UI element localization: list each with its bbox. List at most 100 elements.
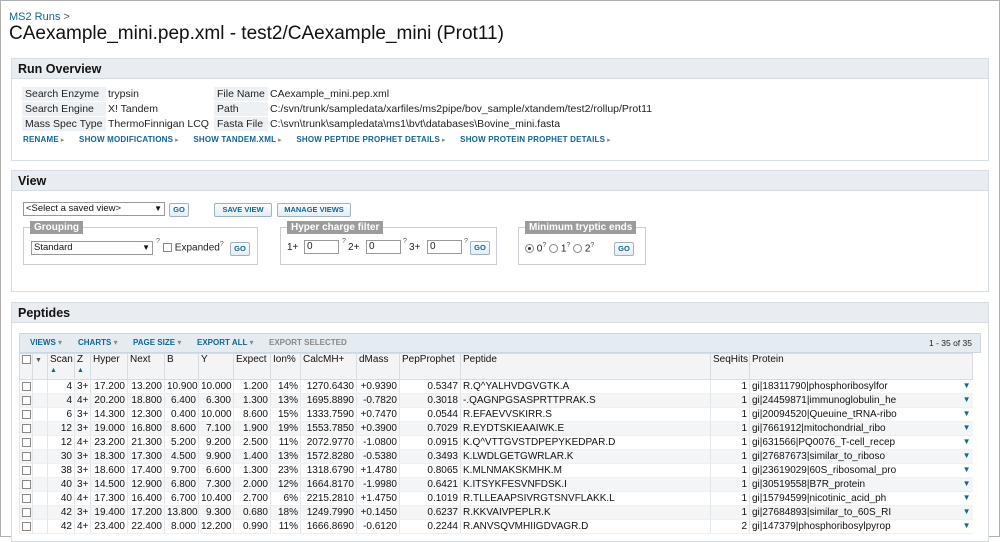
cell-peptide[interactable]: R.TLLEAAPSIVRGTSNVFLAKK.L (460, 491, 711, 506)
export-all-menu[interactable]: EXPORT ALL ▾ (197, 334, 253, 352)
cell-seqhits[interactable]: 2 (710, 519, 750, 534)
col-calcmh[interactable]: CalcMH+ (300, 353, 357, 380)
charge-1-help-icon[interactable]: ? (342, 238, 346, 245)
protein-dropdown-icon[interactable]: ▼ (963, 409, 971, 418)
protein-dropdown-icon[interactable]: ▼ (963, 381, 971, 390)
protein-dropdown-icon[interactable]: ▼ (963, 395, 971, 404)
breadcrumb-ms2-runs[interactable]: MS2 Runs (9, 11, 60, 23)
charge-3-input[interactable]: 0 (427, 240, 462, 254)
protein-dropdown-icon[interactable]: ▼ (963, 479, 971, 488)
row-checkbox[interactable] (22, 507, 31, 517)
cell-peptide[interactable]: K.MLNMAKSKMHK.M (460, 463, 711, 478)
col-protein[interactable]: Protein (749, 353, 973, 380)
cell-seqhits[interactable]: 1 (710, 393, 750, 408)
cell-peptide[interactable]: R.KKVAIVPEPLR.K (460, 505, 711, 520)
protein-dropdown-icon[interactable]: ▼ (963, 493, 971, 502)
cell-seqhits[interactable]: 1 (710, 463, 750, 478)
cell-seqhits[interactable]: 1 (710, 407, 750, 422)
charge-1-input[interactable]: 0 (304, 240, 339, 254)
col-seqhits[interactable]: SeqHits (710, 353, 750, 380)
col-pepprophet[interactable]: PepProphet (399, 353, 461, 380)
row-select-cell[interactable] (19, 421, 33, 436)
charge-2-help-icon[interactable]: ? (403, 238, 407, 245)
cell-protein[interactable]: ▼ gi|30519558|B7R_protein (749, 477, 973, 492)
table-row[interactable]: 42 4+ 23.400 22.400 8.000 12.200 0.990 11% 1666.… (19, 519, 973, 534)
table-row[interactable]: 12 3+ 19.000 16.800 8.600 7.100 1.900 19% 1553.7… (19, 421, 973, 436)
row-checkbox[interactable] (22, 465, 31, 475)
col-expect[interactable]: Expect (233, 353, 271, 380)
row-checkbox[interactable] (22, 423, 31, 433)
cell-peptide[interactable]: K.Q^VTTGVSTDPEPYKEDPAR.D (460, 435, 711, 450)
row-select-cell[interactable] (19, 491, 33, 506)
row-select-cell[interactable] (19, 393, 33, 408)
grouping-help-icon[interactable]: ? (156, 238, 160, 245)
select-all-checkbox[interactable] (22, 354, 31, 364)
manage-views-button[interactable]: MANAGE VIEWS (277, 203, 351, 217)
charts-menu[interactable]: CHARTS ▾ (78, 334, 118, 352)
tryptic-2-radio[interactable] (573, 244, 583, 254)
show-protein-prophet-link[interactable]: SHOW PROTEIN PROPHET DETAILS ▸ (460, 135, 611, 144)
cell-seqhits[interactable]: 1 (710, 449, 750, 464)
col-z[interactable]: Z ▲ (74, 353, 91, 380)
page-size-menu[interactable]: PAGE SIZE ▾ (133, 334, 181, 352)
row-checkbox[interactable] (22, 409, 31, 419)
row-checkbox[interactable] (22, 479, 31, 489)
cell-protein[interactable]: ▼ gi|7661912|mitochondrial_ribo (749, 421, 973, 436)
column-menu-icon[interactable]: ▼ (35, 357, 42, 364)
views-menu[interactable]: VIEWS ▾ (30, 334, 62, 352)
row-checkbox[interactable] (22, 451, 31, 461)
cell-protein[interactable]: ▼ gi|27687673|similar_to_riboso (749, 449, 973, 464)
col-ion-pct[interactable]: Ion% (270, 353, 301, 380)
col-b[interactable]: B (164, 353, 199, 380)
col-dmass[interactable]: dMass (356, 353, 400, 380)
cell-peptide[interactable]: -.QAGNPGSASPRTTPRAK.S (460, 393, 711, 408)
select-all-header[interactable] (19, 353, 33, 380)
protein-dropdown-icon[interactable]: ▼ (963, 507, 971, 516)
saved-view-select[interactable]: <Select a saved view> ▼ (23, 202, 165, 216)
cell-protein[interactable]: ▼ gi|147379|phosphoribosylpyrop (749, 519, 973, 534)
grouping-select[interactable]: Standard ▼ (31, 241, 153, 255)
cell-protein[interactable]: ▼ gi|631566|PQ0076_T-cell_recep (749, 435, 973, 450)
cell-peptide[interactable]: R.EYDTSKIEAAIWK.E (460, 421, 711, 436)
row-checkbox[interactable] (22, 395, 31, 405)
row-checkbox[interactable] (22, 521, 31, 531)
cell-seqhits[interactable]: 1 (710, 421, 750, 436)
row-select-cell[interactable] (19, 435, 33, 450)
show-peptide-prophet-link[interactable]: SHOW PEPTIDE PROPHET DETAILS ▸ (296, 135, 445, 144)
cell-protein[interactable]: ▼ gi|23619029|60S_ribosomal_pro (749, 463, 973, 478)
show-modifications-link[interactable]: SHOW MODIFICATIONS ▸ (79, 135, 179, 144)
rename-link[interactable]: RENAME ▸ (23, 135, 65, 144)
row-checkbox[interactable] (22, 381, 31, 391)
cell-protein[interactable]: ▼ gi|24459871|immunoglobulin_he (749, 393, 973, 408)
table-row[interactable]: 40 4+ 17.300 16.400 6.700 10.400 2.700 6% 2215.2… (19, 491, 973, 506)
row-select-cell[interactable] (19, 477, 33, 492)
expanded-checkbox[interactable] (163, 243, 172, 253)
table-row[interactable]: 6 3+ 14.300 12.300 0.400 10.000 8.600 15% 1333.7… (19, 407, 973, 422)
cell-seqhits[interactable]: 1 (710, 491, 750, 506)
tryptic-go-button[interactable]: GO (614, 242, 634, 256)
protein-dropdown-icon[interactable]: ▼ (963, 423, 971, 432)
cell-protein[interactable]: ▼ gi|15794599|nicotinic_acid_ph (749, 491, 973, 506)
expanded-help-icon[interactable]: ? (220, 241, 224, 248)
col-peptide[interactable]: Peptide (460, 353, 711, 380)
table-row[interactable]: 42 3+ 19.400 17.200 13.800 9.300 0.680 18% 1249.… (19, 505, 973, 520)
cell-seqhits[interactable]: 1 (710, 477, 750, 492)
row-select-cell[interactable] (19, 379, 33, 394)
table-row[interactable]: 12 4+ 23.200 21.300 5.200 9.200 2.500 11% 2072.9… (19, 435, 973, 450)
col-hyper[interactable]: Hyper (90, 353, 128, 380)
row-select-cell[interactable] (19, 407, 33, 422)
table-row[interactable]: 4 3+ 17.200 13.200 10.900 10.000 1.200 14% 1270.… (19, 379, 973, 394)
table-row[interactable]: 38 3+ 18.600 17.400 9.700 6.600 1.300 23% 1318.6… (19, 463, 973, 478)
row-select-cell[interactable] (19, 449, 33, 464)
charge-filter-go-button[interactable]: GO (470, 241, 490, 255)
cell-protein[interactable]: ▼ gi|20094520|Queuine_tRNA-ribo (749, 407, 973, 422)
row-checkbox[interactable] (22, 437, 31, 447)
protein-dropdown-icon[interactable]: ▼ (963, 437, 971, 446)
row-checkbox[interactable] (22, 493, 31, 503)
tryptic-1-radio[interactable] (549, 244, 559, 254)
col-next[interactable]: Next (127, 353, 165, 380)
saved-view-go-button[interactable]: GO (169, 203, 189, 217)
row-select-cell[interactable] (19, 505, 33, 520)
charge-2-input[interactable]: 0 (366, 240, 401, 254)
column-menu-header[interactable]: ▼ (32, 353, 48, 380)
